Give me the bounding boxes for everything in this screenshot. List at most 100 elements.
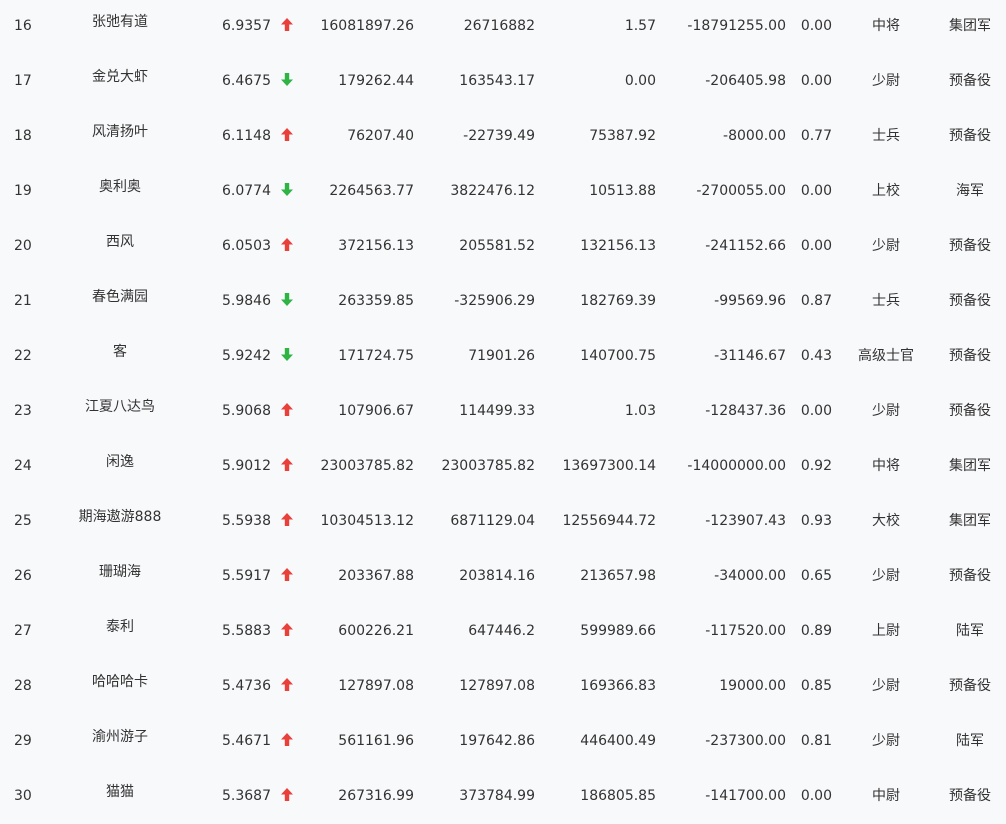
score-cell: 6.0774 bbox=[222, 183, 271, 199]
score-cell: 5.9242 bbox=[222, 348, 271, 364]
branch-cell: 预备役 bbox=[949, 348, 991, 364]
table-row[interactable]: 17 金兑大虾 6.4675 179262.44 163543.17 0.00 … bbox=[0, 54, 1006, 109]
value-1-cell: 127897.08 bbox=[338, 678, 414, 694]
military-rank-cell: 上校 bbox=[872, 183, 900, 199]
value-2-cell: 373784.99 bbox=[459, 788, 535, 804]
value-4-cell: -123907.43 bbox=[705, 513, 786, 529]
value-4-cell: -8000.00 bbox=[723, 128, 786, 144]
trader-name-cell[interactable]: 猫猫 bbox=[40, 769, 200, 824]
trader-name-cell[interactable]: 珊瑚海 bbox=[40, 549, 200, 604]
value-1-cell: 107906.67 bbox=[338, 403, 414, 419]
value-1-cell: 23003785.82 bbox=[320, 458, 414, 474]
value-1-cell: 600226.21 bbox=[338, 623, 414, 639]
table-row[interactable]: 21 春色满园 5.9846 263359.85 -325906.29 1827… bbox=[0, 274, 1006, 329]
branch-cell: 预备役 bbox=[949, 238, 991, 254]
score-cell: 5.3687 bbox=[222, 788, 271, 804]
trader-name-cell[interactable]: 风清扬叶 bbox=[40, 109, 200, 164]
trader-name-cell[interactable]: 哈哈哈卡 bbox=[40, 659, 200, 714]
value-2-cell: 203814.16 bbox=[459, 568, 535, 584]
trader-name-cell[interactable]: 江夏八达鸟 bbox=[40, 384, 200, 439]
trader-name-cell[interactable]: 张弛有道 bbox=[40, 0, 200, 54]
value-3-cell: 132156.13 bbox=[580, 238, 656, 254]
value-1-cell: 76207.40 bbox=[347, 128, 414, 144]
trader-name-cell[interactable]: 春色满园 bbox=[40, 274, 200, 329]
ratio-cell: 0.43 bbox=[800, 348, 832, 364]
table-row[interactable]: 24 闲逸 5.9012 23003785.82 23003785.82 136… bbox=[0, 439, 1006, 494]
value-2-cell: -325906.29 bbox=[454, 293, 535, 309]
value-1-cell: 171724.75 bbox=[338, 348, 414, 364]
table-row[interactable]: 25 期海遨游888 5.5938 10304513.12 6871129.04… bbox=[0, 494, 1006, 549]
military-rank-cell: 少尉 bbox=[872, 733, 900, 749]
value-4-cell: -237300.00 bbox=[705, 733, 786, 749]
military-rank-cell: 上尉 bbox=[872, 623, 900, 639]
table-row[interactable]: 28 哈哈哈卡 5.4736 127897.08 127897.08 16936… bbox=[0, 659, 1006, 714]
ratio-cell: 0.65 bbox=[800, 568, 832, 584]
branch-cell: 集团军 bbox=[949, 18, 991, 34]
table-row[interactable]: 26 珊瑚海 5.5917 203367.88 203814.16 213657… bbox=[0, 549, 1006, 604]
trader-name-cell[interactable]: 渝州游子 bbox=[40, 714, 200, 769]
value-4-cell: -99569.96 bbox=[714, 293, 786, 309]
value-3-cell: 140700.75 bbox=[580, 348, 656, 364]
value-2-cell: 23003785.82 bbox=[441, 458, 535, 474]
military-rank-cell: 士兵 bbox=[872, 293, 900, 309]
value-1-cell: 267316.99 bbox=[338, 788, 414, 804]
table-row[interactable]: 29 渝州游子 5.4671 561161.96 197642.86 44640… bbox=[0, 714, 1006, 769]
value-2-cell: 71901.26 bbox=[468, 348, 535, 364]
value-1-cell: 372156.13 bbox=[338, 238, 414, 254]
score-cell: 5.9012 bbox=[222, 458, 271, 474]
trader-name-cell[interactable]: 期海遨游888 bbox=[40, 494, 200, 549]
value-2-cell: 647446.2 bbox=[468, 623, 535, 639]
ratio-cell: 0.00 bbox=[800, 183, 832, 199]
table-row[interactable]: 20 西风 6.0503 372156.13 205581.52 132156.… bbox=[0, 219, 1006, 274]
branch-cell: 预备役 bbox=[949, 128, 991, 144]
branch-cell: 集团军 bbox=[949, 513, 991, 529]
value-3-cell: 182769.39 bbox=[580, 293, 656, 309]
table-row[interactable]: 19 奥利奥 6.0774 2264563.77 3822476.12 1051… bbox=[0, 164, 1006, 219]
value-2-cell: 127897.08 bbox=[459, 678, 535, 694]
score-cell: 5.4736 bbox=[222, 678, 271, 694]
value-3-cell: 1.57 bbox=[624, 18, 656, 34]
value-3-cell: 75387.92 bbox=[589, 128, 656, 144]
value-1-cell: 10304513.12 bbox=[320, 513, 414, 529]
military-rank-cell: 士兵 bbox=[872, 128, 900, 144]
trader-name-cell[interactable]: 西风 bbox=[40, 219, 200, 274]
branch-cell: 预备役 bbox=[949, 73, 991, 89]
value-3-cell: 446400.49 bbox=[580, 733, 656, 749]
table-row[interactable]: 30 猫猫 5.3687 267316.99 373784.99 186805.… bbox=[0, 769, 1006, 824]
value-4-cell: -34000.00 bbox=[714, 568, 786, 584]
trader-name-cell[interactable]: 金兑大虾 bbox=[40, 54, 200, 109]
military-rank-cell: 少尉 bbox=[872, 568, 900, 584]
table-row[interactable]: 18 风清扬叶 6.1148 76207.40 -22739.49 75387.… bbox=[0, 109, 1006, 164]
value-2-cell: 114499.33 bbox=[459, 403, 535, 419]
military-rank-cell: 少尉 bbox=[872, 403, 900, 419]
value-1-cell: 179262.44 bbox=[338, 73, 414, 89]
value-2-cell: -22739.49 bbox=[463, 128, 535, 144]
value-2-cell: 197642.86 bbox=[459, 733, 535, 749]
trader-name-cell[interactable]: 客 bbox=[40, 329, 200, 384]
score-cell: 5.9068 bbox=[222, 403, 271, 419]
table-row[interactable]: 16 张弛有道 6.9357 16081897.26 26716882 1.57… bbox=[0, 0, 1006, 54]
value-4-cell: -117520.00 bbox=[705, 623, 786, 639]
ratio-cell: 0.92 bbox=[800, 458, 832, 474]
score-cell: 6.0503 bbox=[222, 238, 271, 254]
score-cell: 6.4675 bbox=[222, 73, 271, 89]
trader-name-cell[interactable]: 泰利 bbox=[40, 604, 200, 659]
table-row[interactable]: 27 泰利 5.5883 600226.21 647446.2 599989.6… bbox=[0, 604, 1006, 659]
military-rank-cell: 中尉 bbox=[872, 788, 900, 804]
trader-name-cell[interactable]: 奥利奥 bbox=[40, 164, 200, 219]
trader-name-cell[interactable]: 闲逸 bbox=[40, 439, 200, 494]
ratio-cell: 0.00 bbox=[800, 238, 832, 254]
branch-cell: 海军 bbox=[956, 183, 984, 199]
ratio-cell: 0.89 bbox=[800, 623, 832, 639]
value-4-cell: -206405.98 bbox=[705, 73, 786, 89]
value-4-cell: -31146.67 bbox=[714, 348, 786, 364]
value-3-cell: 213657.98 bbox=[580, 568, 656, 584]
ratio-cell: 0.00 bbox=[800, 18, 832, 34]
ratio-cell: 0.77 bbox=[800, 128, 832, 144]
value-2-cell: 205581.52 bbox=[459, 238, 535, 254]
ratio-cell: 0.93 bbox=[800, 513, 832, 529]
military-rank-cell: 少尉 bbox=[872, 238, 900, 254]
ratio-cell: 0.00 bbox=[800, 788, 832, 804]
table-row[interactable]: 22 客 5.9242 171724.75 71901.26 140700.75… bbox=[0, 329, 1006, 384]
table-row[interactable]: 23 江夏八达鸟 5.9068 107906.67 114499.33 1.03… bbox=[0, 384, 1006, 439]
